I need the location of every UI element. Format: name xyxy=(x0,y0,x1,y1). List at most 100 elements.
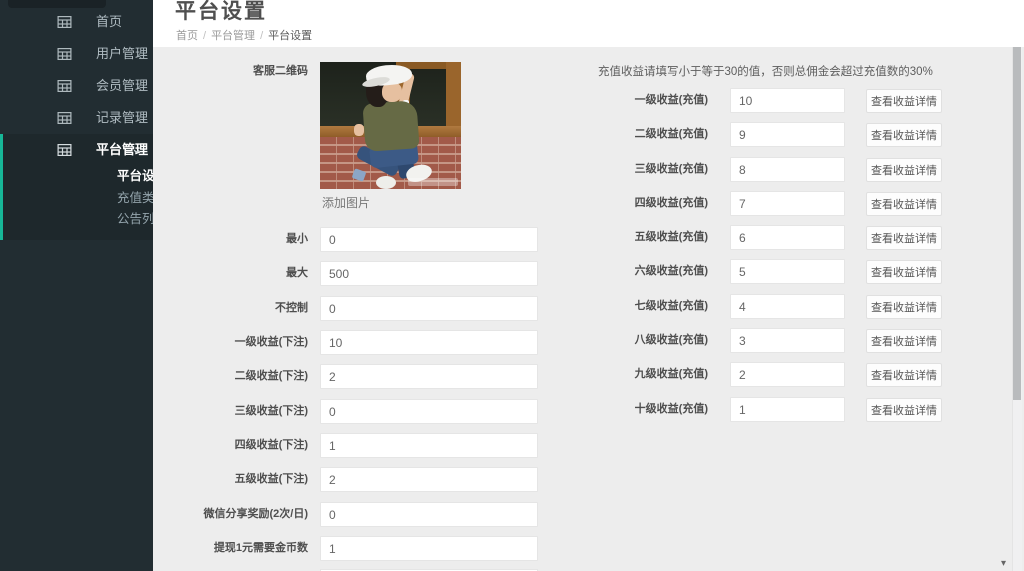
recharge-note: 充值收益请填写小于等于30的值，否则总佣金会超过充值数的30% xyxy=(598,63,933,79)
photo-window-frame xyxy=(446,62,461,132)
form-row: 不控制 xyxy=(153,296,573,321)
sidebar-item-members[interactable]: 会员管理 ‹ xyxy=(0,70,153,102)
view-detail-button[interactable]: 查看收益详情 xyxy=(866,158,942,182)
table-grid-icon xyxy=(57,112,72,124)
customer-service-qr-photo xyxy=(320,62,461,189)
sidebar-subitem-recharge-types[interactable]: 充值类型列表 xyxy=(3,188,153,210)
form-row: 二级收益(充值) 查看收益详情 xyxy=(598,122,958,147)
min-input[interactable] xyxy=(320,227,538,252)
view-detail-button[interactable]: 查看收益详情 xyxy=(866,363,942,387)
view-detail-button[interactable]: 查看收益详情 xyxy=(866,192,942,216)
breadcrumb-home[interactable]: 首页 xyxy=(176,30,198,42)
field-label: 最小 xyxy=(153,227,308,252)
photo-child-hand xyxy=(354,124,364,136)
page-title: 平台设置 xyxy=(175,0,267,25)
sidebar-item-platform[interactable]: 平台管理 ⌄ xyxy=(3,134,153,166)
form-row: 九级收益(充值) 查看收益详情 xyxy=(598,362,958,387)
recharge-level-1-input[interactable] xyxy=(730,88,845,113)
field-label: 五级收益(下注) xyxy=(153,467,308,492)
form-row: 七级收益(充值) 查看收益详情 xyxy=(598,294,958,319)
chevron-left-icon: ‹ xyxy=(137,38,142,70)
recharge-level-3-input[interactable] xyxy=(730,157,845,182)
table-grid-icon xyxy=(57,16,72,28)
form-row: 五级收益(下注) xyxy=(153,467,573,492)
chevron-left-icon: ‹ xyxy=(137,102,142,134)
breadcrumb-current: 平台设置 xyxy=(268,30,312,42)
breadcrumb-separator: / xyxy=(198,30,211,42)
field-label: 三级收益(下注) xyxy=(153,399,308,424)
sidebar-group-platform: 平台管理 ⌄ 平台设置 充值类型列表 公告列表 xyxy=(0,134,153,240)
breadcrumb: 首页/平台管理/平台设置 xyxy=(176,27,312,43)
form-row: 二级收益(下注) xyxy=(153,364,573,389)
form-row: 三级收益(下注) xyxy=(153,399,573,424)
no-control-input[interactable] xyxy=(320,296,538,321)
admin-page: 首页 用户管理 ‹ 会员管理 ‹ 记录管理 ‹ 平台管理 ⌄ 平台设置 充值类型… xyxy=(0,0,1024,571)
field-label: 不控制 xyxy=(153,296,308,321)
form-row: 提现1元需要金币数 xyxy=(153,536,573,561)
form-row: 八级收益(充值) 查看收益详情 xyxy=(598,328,958,353)
recharge-level-9-input[interactable] xyxy=(730,362,845,387)
view-detail-button[interactable]: 查看收益详情 xyxy=(866,226,942,250)
bet-level-4-input[interactable] xyxy=(320,433,538,458)
field-label: 二级收益(充值) xyxy=(598,122,708,147)
form-row: 最小 xyxy=(153,227,573,252)
scrollbar-thumb[interactable] xyxy=(1013,47,1021,400)
chevron-down-icon: ⌄ xyxy=(131,134,142,164)
view-detail-button[interactable]: 查看收益详情 xyxy=(866,123,942,147)
qr-label: 客服二维码 xyxy=(153,62,308,80)
table-grid-icon xyxy=(57,48,72,60)
sidebar: 首页 用户管理 ‹ 会员管理 ‹ 记录管理 ‹ 平台管理 ⌄ 平台设置 充值类型… xyxy=(0,0,153,571)
sidebar-item-home[interactable]: 首页 xyxy=(0,6,153,38)
form-row: 三级收益(充值) 查看收益详情 xyxy=(598,157,958,182)
field-label: 六级收益(充值) xyxy=(598,259,708,284)
field-label: 七级收益(充值) xyxy=(598,294,708,319)
recharge-level-7-input[interactable] xyxy=(730,294,845,319)
field-label: 提现1元需要金币数 xyxy=(153,536,308,561)
field-label: 八级收益(充值) xyxy=(598,328,708,353)
view-detail-button[interactable]: 查看收益详情 xyxy=(866,295,942,319)
sidebar-item-records[interactable]: 记录管理 ‹ xyxy=(0,102,153,134)
view-detail-button[interactable]: 查看收益详情 xyxy=(866,89,942,113)
field-label: 五级收益(充值) xyxy=(598,225,708,250)
view-detail-button[interactable]: 查看收益详情 xyxy=(866,260,942,284)
bet-level-2-input[interactable] xyxy=(320,364,538,389)
bet-level-1-input[interactable] xyxy=(320,330,538,355)
view-detail-button[interactable]: 查看收益详情 xyxy=(866,329,942,353)
form-row: 五级收益(充值) 查看收益详情 xyxy=(598,225,958,250)
sidebar-subitem-platform-settings[interactable]: 平台设置 xyxy=(3,166,153,188)
recharge-level-10-input[interactable] xyxy=(730,397,845,422)
withdraw-coin-input[interactable] xyxy=(320,536,538,561)
photo-child-shirt xyxy=(362,100,419,152)
scroll-arrow-icon: ▾ xyxy=(1001,558,1006,569)
bet-level-5-input[interactable] xyxy=(320,467,538,492)
view-detail-button[interactable]: 查看收益详情 xyxy=(866,398,942,422)
add-image-link[interactable]: 添加图片 xyxy=(322,194,370,211)
recharge-level-6-input[interactable] xyxy=(730,259,845,284)
bet-level-3-input[interactable] xyxy=(320,399,538,424)
recharge-level-4-input[interactable] xyxy=(730,191,845,216)
chevron-left-icon: ‹ xyxy=(137,70,142,102)
breadcrumb-platform[interactable]: 平台管理 xyxy=(211,30,255,42)
field-label: 四级收益(充值) xyxy=(598,191,708,216)
form-row: 四级收益(充值) 查看收益详情 xyxy=(598,191,958,216)
recharge-level-2-input[interactable] xyxy=(730,122,845,147)
table-grid-icon xyxy=(57,80,72,92)
form-row: 四级收益(下注) xyxy=(153,433,573,458)
form-row: 一级收益(下注) xyxy=(153,330,573,355)
form-row: 微信分享奖励(2次/日) xyxy=(153,502,573,527)
recharge-level-5-input[interactable] xyxy=(730,225,845,250)
photo-watermark xyxy=(408,178,458,186)
field-label: 四级收益(下注) xyxy=(153,433,308,458)
sidebar-item-label: 首页 xyxy=(96,6,122,38)
wechat-share-reward-input[interactable] xyxy=(320,502,538,527)
form-row: 六级收益(充值) 查看收益详情 xyxy=(598,259,958,284)
field-label: 一级收益(充值) xyxy=(598,88,708,113)
photo-child-shoe xyxy=(376,176,396,189)
field-label: 最大 xyxy=(153,261,308,286)
recharge-level-8-input[interactable] xyxy=(730,328,845,353)
max-input[interactable] xyxy=(320,261,538,286)
sidebar-item-users[interactable]: 用户管理 ‹ xyxy=(0,38,153,70)
field-label: 三级收益(充值) xyxy=(598,157,708,182)
sidebar-subitem-announcements[interactable]: 公告列表 xyxy=(3,209,153,231)
field-label: 九级收益(充值) xyxy=(598,362,708,387)
